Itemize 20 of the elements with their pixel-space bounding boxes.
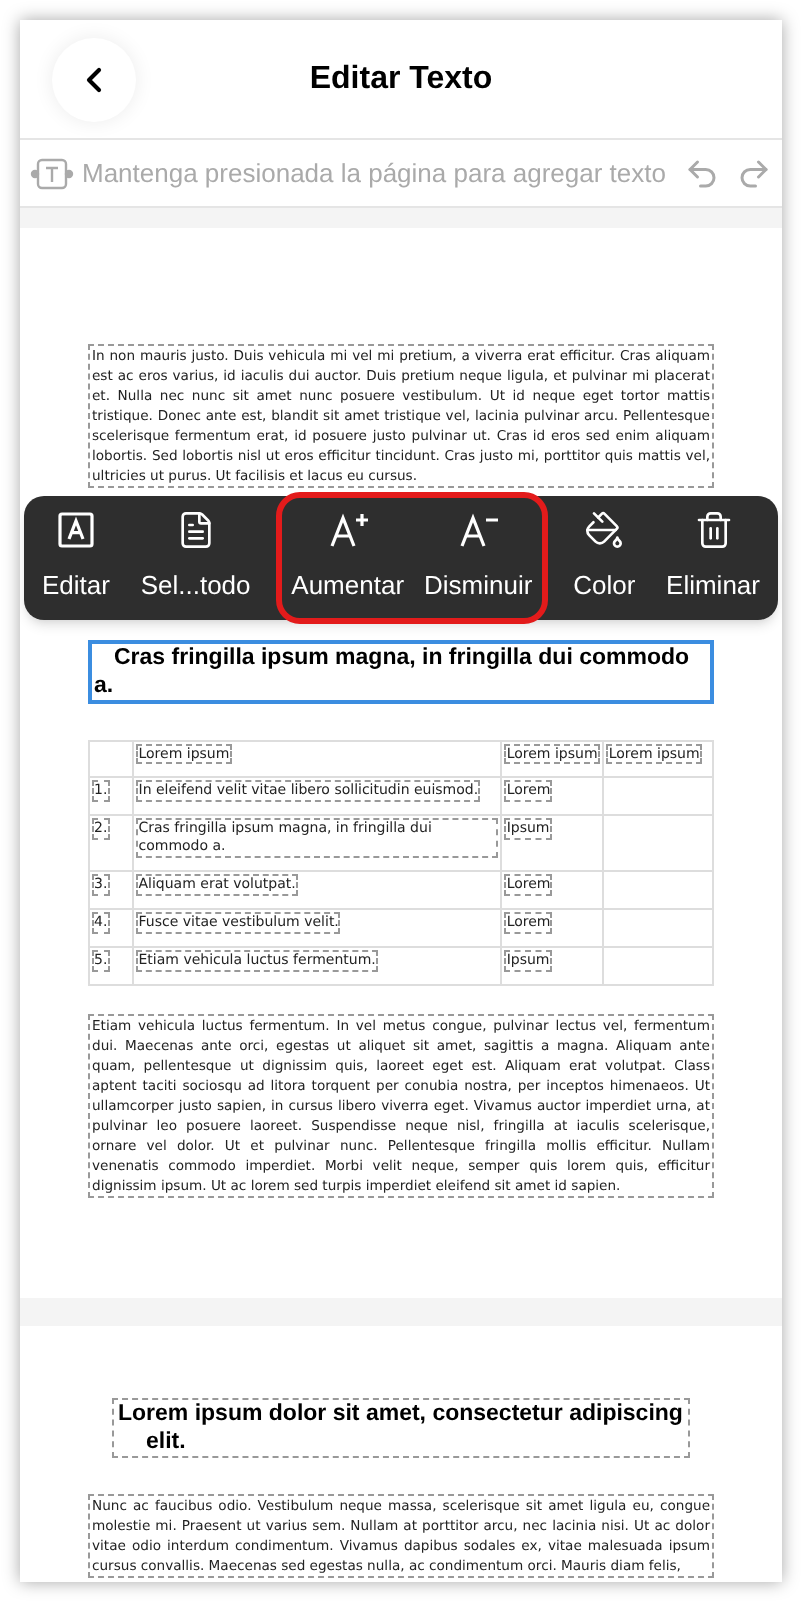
document-icon xyxy=(175,510,216,551)
trash-icon xyxy=(693,510,734,551)
toolbar-button[interactable]: Editar xyxy=(36,506,116,610)
heading: Lorem ipsum dolor sit amet, consectetur adipiscing elit. xyxy=(112,1398,690,1458)
toolbar-button[interactable]: Sel...todo xyxy=(134,506,257,610)
hint-text: Mantenga presionada la página para agregar texto xyxy=(82,155,666,192)
back-button[interactable] xyxy=(52,37,136,121)
font-decrease-icon xyxy=(458,510,499,551)
paint-bucket-icon xyxy=(584,510,625,551)
toolbar-button[interactable]: Eliminar xyxy=(660,506,766,610)
toolbar-button[interactable]: Disminuir xyxy=(418,506,539,610)
undo-button[interactable] xyxy=(684,155,720,191)
selected-heading[interactable]: Cras fringilla ipsum magna, in fringilla dui commodo a. xyxy=(88,640,714,704)
redo-button[interactable] xyxy=(736,155,772,191)
text-frame-icon xyxy=(55,510,96,551)
toolbar-button[interactable]: Color xyxy=(567,506,642,610)
toolbar-button[interactable]: Aumentar xyxy=(285,506,411,610)
window-title: Editar Texto xyxy=(309,59,493,99)
add-text-icon xyxy=(30,155,74,191)
font-increase-icon xyxy=(327,510,368,551)
